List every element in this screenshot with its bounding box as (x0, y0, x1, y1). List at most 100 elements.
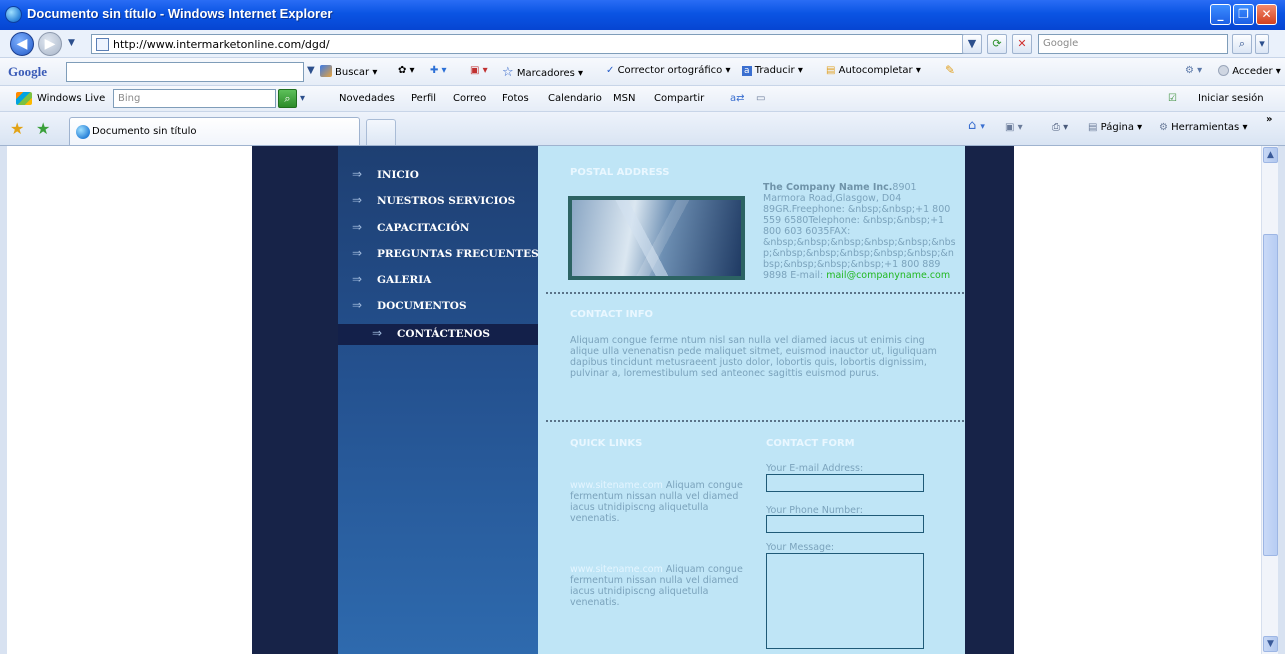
buscar-button[interactable]: Buscar ▾ (320, 65, 377, 78)
page-icon (96, 38, 109, 51)
nav-item-documentos[interactable]: DOCUMENTOS (377, 300, 467, 312)
spellcheck-icon: ✓ (606, 65, 615, 76)
blocker-icon[interactable]: ▣ ▾ (470, 65, 488, 76)
live-item-novedades[interactable]: Novedades (339, 93, 395, 104)
traducir-button[interactable]: a Traducir ▾ (742, 65, 803, 76)
quick-link-item: www.sitename.com Aliquam congue fermentu… (570, 564, 750, 608)
email-field[interactable] (766, 474, 924, 492)
contact-form-title: CONTACT FORM (766, 438, 855, 449)
browser-window: Documento sin título - Windows Internet … (0, 0, 1285, 654)
wrench-icon[interactable]: ⚙ ▾ (1185, 65, 1202, 76)
autocompletar-button[interactable]: ▤ Autocompletar ▾ (826, 65, 921, 76)
google-logo: Google (8, 64, 47, 79)
address-dropdown-icon[interactable]: ▼ (962, 34, 982, 54)
scroll-down-icon[interactable]: ▼ (1263, 636, 1278, 652)
bing-search-icon[interactable]: ⌕ (278, 89, 297, 108)
history-dropdown-icon[interactable]: ▼ (68, 38, 75, 48)
marcadores-button[interactable]: ☆ Marcadores ▾ (502, 65, 583, 80)
phone-field[interactable] (766, 515, 924, 533)
user-icon (1218, 65, 1229, 76)
email-label: Your E-mail Address: (766, 463, 864, 474)
tools-gear-icon: ⚙ (1159, 122, 1168, 133)
close-button[interactable]: ✕ (1256, 4, 1277, 25)
forward-button[interactable]: ▶ (38, 32, 62, 56)
tab-label: Documento sin título (92, 126, 197, 137)
message-textarea[interactable] (766, 553, 924, 649)
print-icon[interactable]: ⎙ ▾ (1052, 122, 1068, 133)
live-item-perfil[interactable]: Perfil (411, 93, 436, 104)
quick-link-url[interactable]: www.sitename.com (570, 480, 663, 491)
tab-page-icon (76, 125, 90, 139)
new-tab-button[interactable] (366, 119, 396, 145)
herramientas-menu[interactable]: ⚙ Herramientas ▾ (1159, 122, 1247, 133)
bing-search-input[interactable]: Bing (113, 89, 276, 108)
tab-bar: ★ ★ Documento sin título ⌂ ▾ ▣ ▾ ⎙ ▾ ▤ P… (0, 112, 1285, 146)
autofill-icon: ▤ (826, 65, 836, 76)
pencil-icon[interactable]: ✎ (945, 63, 955, 77)
url-text: http://www.intermarketonline.com/dgd/ (113, 38, 330, 51)
star-outline-icon: ☆ (502, 65, 514, 80)
email-link[interactable]: mail@companyname.com (826, 270, 950, 281)
live-item-fotos[interactable]: Fotos (502, 93, 529, 104)
back-button[interactable]: ◀ (10, 32, 34, 56)
nav-item-galeria[interactable]: GALERIA (377, 274, 431, 286)
address-input[interactable]: http://www.intermarketonline.com/dgd/ (91, 34, 981, 54)
section-divider (546, 420, 964, 422)
nav-item-servicios[interactable]: NUESTROS SERVICIOS (377, 195, 515, 207)
windows-live-brand: Windows Live (37, 93, 106, 104)
home-icon[interactable]: ⌂ ▾ (968, 118, 985, 133)
live-item-msn[interactable]: MSN (613, 93, 635, 104)
company-name: The Company Name Inc. (763, 182, 893, 193)
translate-icon: a (742, 66, 752, 76)
title-bar: Documento sin título - Windows Internet … (0, 0, 1285, 30)
right-frame (1278, 146, 1285, 654)
refresh-icon[interactable]: ⟳ (987, 34, 1007, 54)
search-icon[interactable]: ⌕ (1232, 34, 1252, 54)
nav-arrow-icon: ⇒ (352, 298, 363, 312)
minimize-button[interactable]: _ (1210, 4, 1231, 25)
google-dropdown-icon[interactable]: ▼ (307, 65, 315, 76)
nav-item-capacitacion[interactable]: CAPACITACIÓN (377, 222, 469, 234)
quick-link-url[interactable]: www.sitename.com (570, 564, 663, 575)
stop-icon[interactable]: ✕ (1012, 34, 1032, 54)
google-toolbar: Google ▼ Buscar ▾ ✿ ▾ ✚ ▾ ▣ ▾ ☆ Marcador… (0, 58, 1285, 86)
live-item-compartir[interactable]: Compartir (654, 93, 704, 104)
live-item-calendario[interactable]: Calendario (548, 93, 602, 104)
nav-arrow-icon: ⇒ (352, 220, 363, 234)
nav-arrow-icon: ⇒ (352, 246, 363, 260)
window-title: Documento sin título - Windows Internet … (27, 6, 333, 21)
search-input[interactable]: Google (1038, 34, 1228, 54)
ie-logo-icon (5, 6, 22, 23)
scroll-thumb[interactable] (1263, 234, 1278, 556)
nav-item-contactenos[interactable]: CONTÁCTENOS (397, 328, 490, 340)
message-label: Your Message: (766, 542, 835, 553)
feeds-icon[interactable]: ▣ ▾ (1005, 122, 1023, 133)
bing-placeholder: Bing (118, 93, 141, 104)
restore-button[interactable]: ❐ (1233, 4, 1254, 25)
page-menu-icon: ▤ (1088, 122, 1098, 133)
add-favorite-icon[interactable]: ★ (36, 119, 50, 138)
acceder-button[interactable]: Acceder ▾ (1218, 65, 1281, 77)
favorites-star-icon[interactable]: ★ (10, 119, 24, 138)
google-search-input[interactable] (66, 62, 304, 82)
keyboard-icon[interactable]: ▭ (756, 93, 765, 104)
tab-documento[interactable]: Documento sin título (69, 117, 360, 145)
pagina-menu[interactable]: ▤ Página ▾ (1088, 122, 1142, 133)
search-options-icon[interactable]: ▾ (1255, 34, 1269, 54)
scroll-up-icon[interactable]: ▲ (1263, 147, 1278, 163)
vertical-scrollbar[interactable]: ▲ ▼ (1261, 146, 1278, 654)
signin-checkbox-icon[interactable]: ☑ (1168, 93, 1177, 104)
nav-item-preguntas[interactable]: PREGUNTAS FRECUENTES (377, 248, 539, 260)
bing-dropdown-icon[interactable]: ▾ (300, 93, 305, 104)
share-icon[interactable]: ✿ ▾ (398, 65, 415, 76)
left-frame (0, 146, 7, 654)
live-item-correo[interactable]: Correo (453, 93, 486, 104)
corrector-button[interactable]: ✓ Corrector ortográfico ▾ (606, 65, 730, 76)
plus-icon[interactable]: ✚ ▾ (430, 65, 447, 76)
iniciar-sesion-link[interactable]: Iniciar sesión (1198, 93, 1264, 104)
nav-arrow-icon: ⇒ (352, 167, 363, 181)
chevron-more-icon[interactable]: » (1266, 114, 1272, 125)
search-placeholder: Google (1043, 38, 1079, 49)
translate-live-icon[interactable]: a⇄ (730, 93, 745, 104)
nav-item-inicio[interactable]: INICIO (377, 169, 419, 181)
